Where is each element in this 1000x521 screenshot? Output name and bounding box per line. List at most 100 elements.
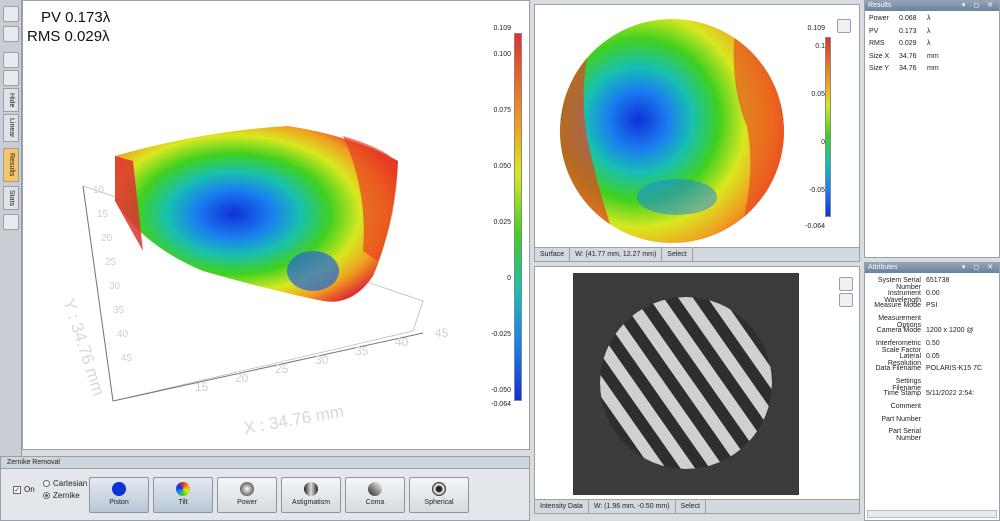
tilt-label: Tilt: [178, 499, 188, 506]
result-value: 0.173: [899, 27, 917, 35]
coma-icon: [368, 482, 382, 496]
surface-status-mode: Surface: [535, 248, 571, 261]
astigmatism-icon: [304, 482, 318, 496]
coma-button[interactable]: Coma: [345, 477, 405, 513]
zernike-title: Zernike Removal: [1, 457, 529, 469]
result-label: Size X: [869, 52, 890, 60]
radio-icon[interactable]: [43, 480, 50, 487]
spherical-icon: [432, 482, 446, 496]
tab-stats[interactable]: Stats: [3, 186, 19, 210]
zernike-radio[interactable]: Zernike: [43, 491, 80, 500]
result-value: 34.76: [899, 65, 917, 72]
x-axis-label: X : 34.76 mm: [242, 402, 345, 438]
x-tick-label: 15: [195, 380, 209, 394]
tilt-icon: [176, 482, 190, 496]
attribute-value: 5/11/2022 2:54:: [926, 390, 975, 398]
tab-hide[interactable]: Hide: [3, 88, 19, 112]
surface-2d-panel[interactable]: 0.109 -0.064 0.1 0.05 0 -0.05 Surface W: (4…: [534, 4, 860, 262]
palette-icon[interactable]: [3, 70, 19, 86]
surface-low-spot: [287, 251, 339, 291]
surface-3d-panel[interactable]: PV 0.173λ RMS 0.029λ Y : 34.76 mm X : 34…: [22, 0, 530, 450]
surface-3d-plot[interactable]: Y : 34.76 mm X : 34.76 mm 15202530354045…: [23, 1, 529, 449]
surface-status-bar: Surface W: (41.77 mm, 12.27 mm) Select: [535, 247, 859, 261]
result-unit: mm: [927, 65, 939, 72]
colorbar-min: -0.064: [491, 401, 511, 408]
spherical-button[interactable]: Spherical: [409, 477, 469, 513]
chart-icon[interactable]: [3, 214, 19, 230]
y-tick-label: 45: [121, 353, 133, 364]
tilt-button[interactable]: Tilt: [153, 477, 213, 513]
coma-label: Coma: [365, 499, 385, 506]
attribute-label: Measure Mode: [874, 302, 921, 310]
zoom-fit-icon[interactable]: [837, 19, 851, 33]
attributes-panel: Attributes ▾ ◻ ✕ System Serial Number 651…: [864, 262, 1000, 521]
x-tick-label: 45: [435, 326, 449, 340]
attributes-scrollbar[interactable]: [867, 510, 997, 518]
colorbar-tick-label: 0.025: [493, 219, 511, 226]
zernike-on-toggle[interactable]: ✓ On: [13, 485, 35, 494]
y-tick-label: 35: [113, 305, 125, 316]
colorbar-tick-label: 0.05: [811, 91, 825, 98]
attributes-header: Attributes ▾ ◻ ✕: [865, 263, 999, 273]
attribute-label: Part Serial Number: [888, 428, 921, 443]
radio-selected-icon[interactable]: [43, 492, 50, 499]
zoom-fit-icon-2[interactable]: [839, 293, 853, 307]
panel-controls-icon[interactable]: ▾ ◻ ✕: [962, 263, 996, 273]
colorbar-tick-label: -0.025: [491, 331, 511, 338]
colorbar-tick-label: -0.05: [809, 187, 825, 194]
checkbox-icon[interactable]: ✓: [13, 485, 21, 494]
x-tick-label: 20: [235, 371, 249, 385]
x-tick-label: 30: [315, 353, 329, 367]
power-label: Power: [237, 499, 257, 506]
colorbar-tick-label: 0.1: [815, 43, 825, 50]
x-tick-label: 35: [355, 344, 369, 358]
power-button[interactable]: Power: [217, 477, 277, 513]
result-label: Power: [869, 15, 889, 22]
attribute-value: 1200 x 1200 @: [926, 327, 974, 335]
surface-map[interactable]: [557, 17, 787, 245]
piston-icon: [112, 482, 126, 496]
colorbar-tick-label: 0.050: [493, 163, 511, 170]
result-value: 0.029: [899, 40, 917, 47]
piston-button[interactable]: Piston: [89, 477, 149, 513]
attribute-value: 0.50: [926, 340, 940, 347]
attribute-value: 651738: [926, 277, 950, 284]
y-tick-label: 40: [117, 329, 129, 340]
view-3d-icon[interactable]: [3, 6, 19, 22]
colorbar-tick-label: -0.050: [491, 387, 511, 394]
results-panel: Results ▾ ◻ ✕ Power 0.068 λ PV 0.173 λ RMS 0.02…: [864, 0, 1000, 258]
attribute-label: Comment: [890, 403, 921, 410]
attribute-value: 0.00: [926, 289, 940, 297]
check-icon[interactable]: [839, 277, 853, 291]
astigmatism-label: Astigmatism: [291, 499, 331, 506]
intensity-panel[interactable]: Intensity Data W: (1.96 mm, -0.50 mm) Se…: [534, 266, 860, 514]
colorbar-small: [825, 37, 831, 217]
panel-controls-icon[interactable]: ▾ ◻ ✕: [962, 1, 996, 11]
cartesian-radio[interactable]: Cartesian: [43, 479, 87, 488]
result-value: 0.068: [899, 15, 917, 22]
view-2d-icon[interactable]: [3, 26, 19, 42]
intensity-status-bar: Intensity Data W: (1.96 mm, -0.50 mm) Se…: [535, 499, 859, 513]
result-label: RMS: [869, 40, 885, 47]
result-unit: λ: [927, 27, 931, 35]
cartesian-label: Cartesian: [53, 479, 88, 488]
colorbar-main: [514, 33, 522, 401]
colorbar-tick-label: 0.075: [493, 107, 511, 114]
tab-linear[interactable]: Linear: [3, 114, 19, 142]
surface-status-select[interactable]: Select: [662, 248, 693, 261]
intensity-status-select[interactable]: Select: [676, 500, 706, 513]
colorbar-small-max: 0.109: [807, 25, 825, 32]
result-label: Size Y: [869, 65, 890, 72]
surface-status-coord: W: (41.77 mm, 12.27 mm): [570, 248, 663, 261]
zernike-label: Zernike: [53, 491, 80, 500]
y-tick-label: 20: [101, 233, 113, 244]
intensity-image[interactable]: [573, 273, 799, 495]
intensity-status-mode: Intensity Data: [535, 500, 589, 513]
attribute-label: Part Number: [881, 415, 921, 423]
fit-icon[interactable]: [3, 52, 19, 68]
tab-results[interactable]: Results: [3, 148, 19, 182]
result-unit: λ: [927, 40, 931, 47]
astigmatism-button[interactable]: Astigmatism: [281, 477, 341, 513]
x-tick-label: 25: [275, 362, 289, 376]
attribute-value: POLARIS-K15 7C: [926, 365, 983, 373]
